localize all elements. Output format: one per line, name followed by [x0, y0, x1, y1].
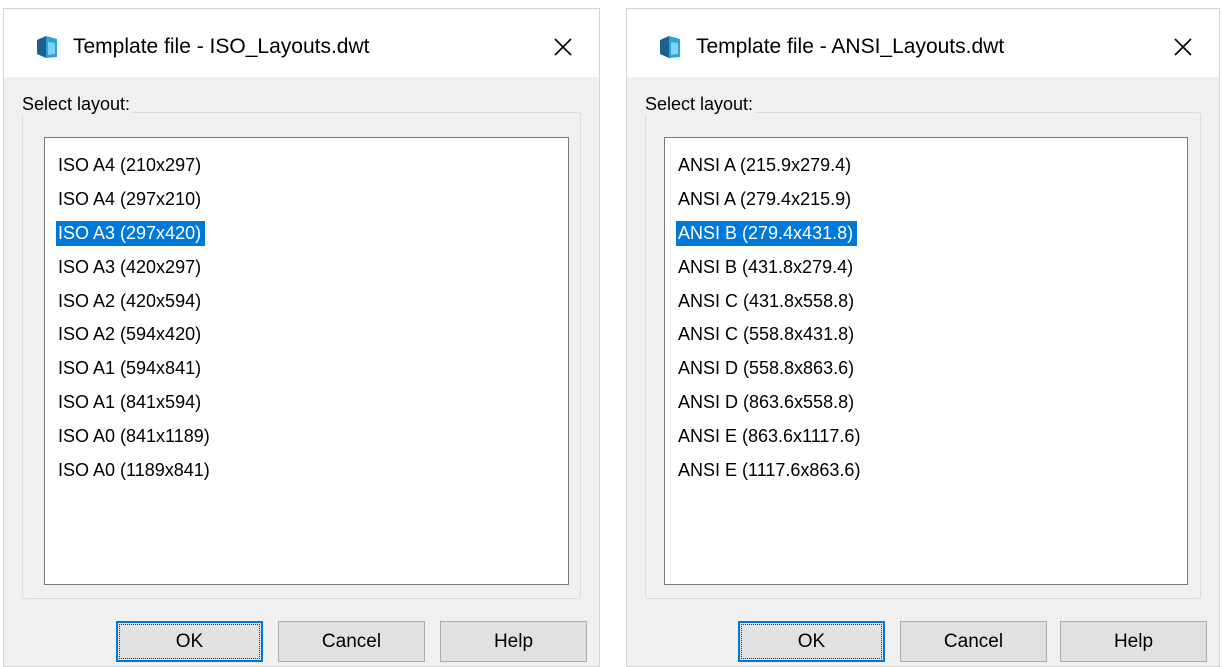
layout-list-item-label: ISO A3 (297x420) [56, 220, 206, 246]
layout-list-item[interactable]: ANSI C (431.8x558.8) [665, 284, 1187, 318]
layout-list-item[interactable]: ISO A4 (297x210) [45, 182, 568, 216]
layout-list-item-label: ISO A0 (1189x841) [58, 460, 210, 481]
layout-list-item-label: ISO A1 (594x841) [58, 358, 202, 379]
iso-template-dialog: Template file - ISO_Layouts.dwt Select l… [3, 8, 600, 667]
layout-list-item[interactable]: ANSI E (863.6x1117.6) [665, 419, 1187, 453]
close-button[interactable] [1163, 27, 1203, 67]
layout-list-item[interactable]: ISO A0 (841x1189) [45, 419, 568, 453]
title-bar: Template file - ANSI_Layouts.dwt [627, 9, 1219, 77]
layout-list-item-label: ISO A4 (210x297) [58, 155, 202, 175]
layout-list-item[interactable]: ANSI E (1117.6x863.6) [665, 453, 1187, 487]
layout-list-item-label: ANSI C (431.8x558.8) [678, 290, 855, 311]
layout-list-item-label: ISO A2 (420x594) [58, 290, 202, 311]
dialog-title: Template file - ANSI_Layouts.dwt [696, 35, 1005, 58]
layout-list-item[interactable]: ANSI A (215.9x279.4) [665, 148, 1187, 182]
layout-list-item-label: ANSI B (279.4x431.8) [676, 220, 858, 246]
layout-list-item[interactable]: ANSI D (558.8x863.6) [665, 351, 1187, 385]
layout-list-item[interactable]: ANSI B (431.8x279.4) [665, 250, 1187, 284]
dialog-title: Template file - ISO_Layouts.dwt [73, 35, 370, 58]
close-icon [1174, 38, 1192, 56]
layout-list-item[interactable]: ISO A2 (594x420) [45, 317, 568, 351]
layout-list-item[interactable]: ISO A3 (420x297) [45, 250, 568, 284]
select-layout-label: Select layout: [643, 93, 756, 115]
layout-list-item-label: ANSI A (279.4x215.9) [678, 188, 852, 209]
layout-list-item[interactable]: ISO A1 (594x841) [45, 351, 568, 385]
ok-button-label: OK [741, 624, 882, 659]
layout-list-item-label: ANSI B (431.8x279.4) [678, 256, 854, 277]
ansi-template-dialog: Template file - ANSI_Layouts.dwt Select … [626, 8, 1220, 667]
help-button[interactable]: Help [440, 621, 587, 662]
help-button[interactable]: Help [1060, 621, 1207, 662]
autocad-app-icon [657, 34, 683, 60]
ok-button[interactable]: OK [116, 621, 263, 662]
layout-listbox[interactable]: ISO A4 (210x297) ISO A4 (297x210) ISO A3 (… [44, 137, 569, 585]
ok-button[interactable]: OK [738, 621, 885, 662]
layout-list-item-label: ISO A3 (420x297) [58, 256, 202, 277]
title-bar: Template file - ISO_Layouts.dwt [4, 9, 599, 77]
layout-list-item-label: ANSI D (863.6x558.8) [678, 392, 855, 413]
layout-list-item-label: ANSI A (215.9x279.4) [678, 155, 852, 175]
layout-list-item-label: ANSI E (863.6x1117.6) [678, 426, 861, 447]
cancel-button[interactable]: Cancel [278, 621, 425, 662]
layout-list-item-label: ANSI E (1117.6x863.6) [678, 460, 861, 481]
layout-list-item[interactable]: ISO A0 (1189x841) [45, 453, 568, 487]
layout-list-item-label: ANSI C (558.8x431.8) [678, 324, 855, 345]
layout-list-item[interactable]: ANSI A (279.4x215.9) [665, 182, 1187, 216]
layout-list-item[interactable]: ISO A4 (210x297) [45, 148, 568, 182]
layout-list-item-label: ISO A0 (841x1189) [58, 426, 210, 447]
close-button[interactable] [543, 27, 583, 67]
autocad-app-icon [34, 34, 60, 60]
cancel-button[interactable]: Cancel [900, 621, 1047, 662]
select-layout-label: Select layout: [20, 93, 133, 115]
layout-list-item-label: ISO A4 (297x210) [58, 188, 202, 209]
layout-list-item-label: ISO A1 (841x594) [58, 392, 202, 413]
layout-list-item-label: ANSI D (558.8x863.6) [678, 358, 855, 379]
close-icon [554, 38, 572, 56]
layout-list-item[interactable]: ISO A3 (297x420) [45, 216, 568, 250]
layout-list-item[interactable]: ANSI D (863.6x558.8) [665, 385, 1187, 419]
layout-list-item-label: ISO A2 (594x420) [58, 324, 202, 345]
layout-list-item[interactable]: ISO A1 (841x594) [45, 385, 568, 419]
layout-list-item[interactable]: ANSI C (558.8x431.8) [665, 317, 1187, 351]
layout-listbox[interactable]: ANSI A (215.9x279.4) ANSI A (279.4x215.9)… [664, 137, 1188, 585]
layout-list-item[interactable]: ANSI B (279.4x431.8) [665, 216, 1187, 250]
layout-list-item[interactable]: ISO A2 (420x594) [45, 284, 568, 318]
ok-button-label: OK [119, 624, 260, 659]
